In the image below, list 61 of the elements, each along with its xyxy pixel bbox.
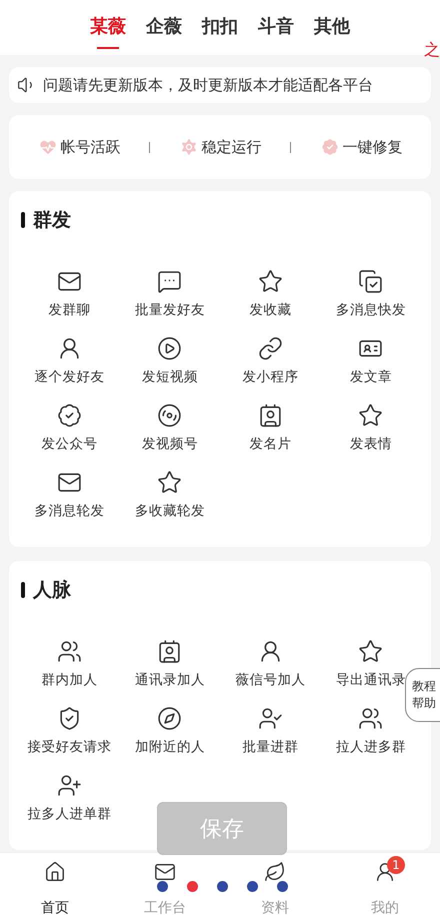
platform-tab[interactable]: 某薇 [90,0,126,55]
status-label: 帐号活跃 [60,138,120,156]
feature-item[interactable]: 拉多人进单群 [27,773,112,836]
title-bar-icon [21,212,25,228]
feature-item[interactable]: 发群聊 [48,269,90,332]
corner-text: 之 [424,40,440,61]
badge-check-icon [56,403,82,428]
feature-item[interactable]: 接受好友请求 [27,706,112,769]
feature-item[interactable]: 通讯录加人 [134,639,205,702]
platform-tab[interactable]: 企薇 [146,0,182,55]
feature-item[interactable]: 发公众号 [41,403,98,466]
platform-tab[interactable]: 扣扣 [202,0,238,55]
contact-card-icon [258,403,283,428]
star-icon [358,639,384,664]
star-icon [358,403,384,428]
status-label: 稳定运行 [202,138,262,156]
feature-item[interactable]: 发收藏 [249,269,292,332]
home-icon [44,861,66,883]
feature-item[interactable]: 多收藏轮发 [134,470,205,533]
feature-item[interactable]: 发小程序 [242,336,298,399]
feature-item[interactable]: 多消息轮发 [34,470,104,533]
notice-text: 问题请先更新版本，及时更新版本才能适配各平台 [43,76,373,94]
star-icon [157,470,182,495]
feature-item[interactable]: 薇信号加人 [235,639,306,702]
contact-card-icon [157,639,182,664]
count-badge: 1 [387,856,405,874]
section-title: 人脉 [33,578,71,603]
stacked-check-icon [358,269,384,294]
play-icon [157,336,182,361]
platform-tab[interactable]: 其他 [314,0,350,55]
compass-icon [157,706,182,731]
feature-item[interactable]: 发文章 [350,336,392,399]
star-icon [258,269,283,294]
status-label: 一键修复 [342,138,402,156]
person-check-icon [258,706,283,731]
feature-item[interactable]: 拉人进多群 [336,706,406,769]
nav-item[interactable]: 我的 1 [330,853,440,915]
section-title: 群发 [33,208,71,233]
feature-item[interactable]: 批量进群 [242,706,298,769]
title-bar-icon [21,582,25,598]
feature-item[interactable]: 导出通讯录 [336,639,406,702]
chat-bubble-icon [157,269,182,294]
nav-item[interactable]: 首页 [0,853,110,915]
people-icon [56,639,82,664]
people-icon [358,706,384,731]
feature-item[interactable]: 批量发好友 [134,269,205,332]
envelope-icon [154,861,176,883]
badge-check-icon [320,137,340,157]
leaf-icon [264,861,286,883]
feature-item[interactable]: 发短视频 [142,336,198,399]
feature-item[interactable]: 发名片 [249,403,292,466]
person-add-icon [56,773,82,798]
feature-item[interactable]: 加附近的人 [134,706,205,769]
link-icon [258,336,283,361]
feature-item[interactable]: 逐个发好友 [34,336,104,399]
help-bubble[interactable]: 教程 帮助 [405,668,440,722]
feature-item[interactable]: 多消息快发 [336,269,406,332]
feature-item[interactable]: 发视频号 [142,403,198,466]
platform-tab[interactable]: 斗音 [258,0,294,55]
feature-item[interactable]: 群内加人 [41,639,98,702]
feature-item[interactable]: 发表情 [350,403,392,466]
